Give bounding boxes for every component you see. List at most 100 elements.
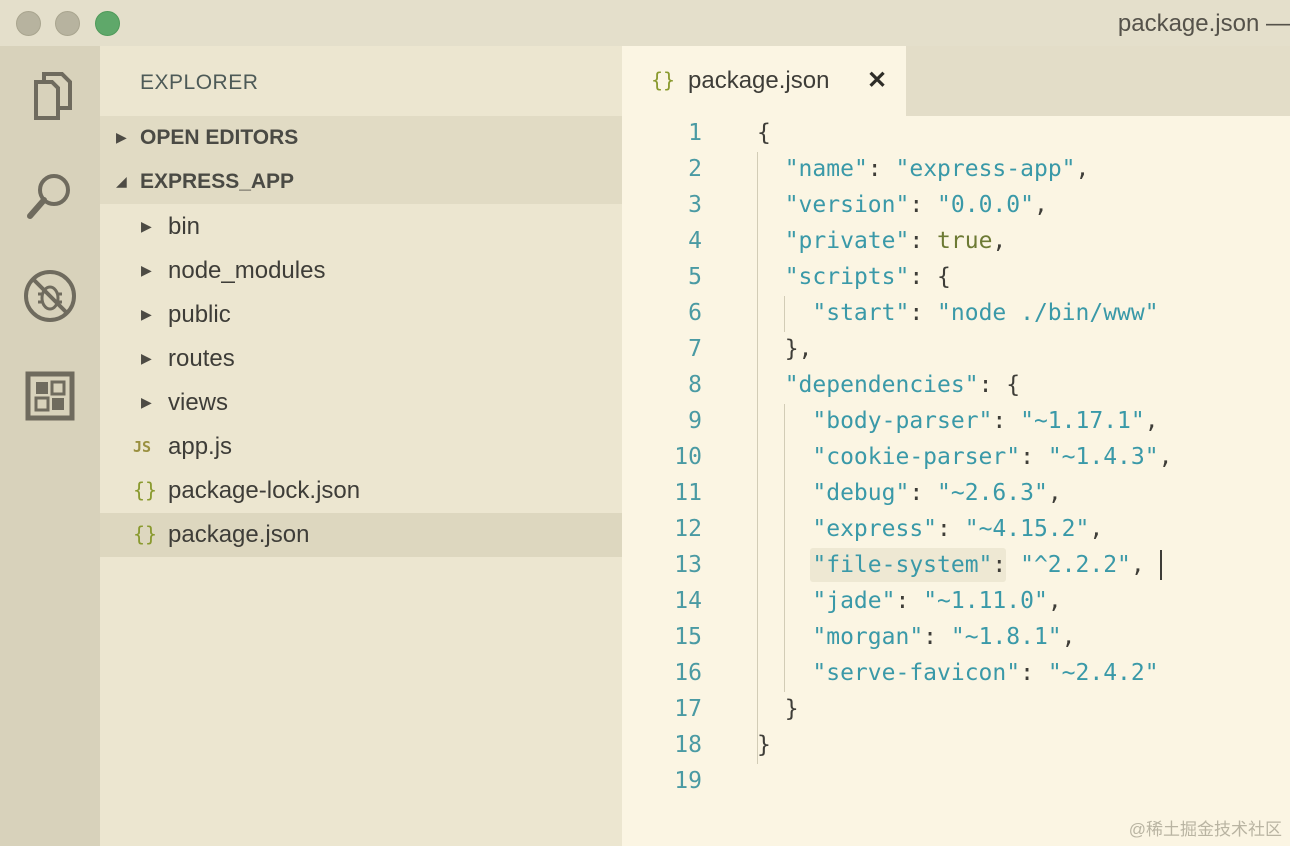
code-editor[interactable]: 1{2 "name": "express-app", 3 "version": "… [622,116,1290,846]
code-line[interactable]: 1{ [622,116,1290,152]
text-cursor [1160,550,1162,580]
code-line[interactable]: 14 "jade": "~1.11.0", [622,584,1290,620]
code-line[interactable]: 17 } [622,692,1290,728]
maximize-window-button[interactable] [95,11,120,36]
code-text: "dependencies": { [784,372,1021,398]
code-text: "jade": "~1.11.0", [812,588,1062,614]
code-line[interactable]: 7 }, [622,332,1290,368]
tree-item-package-lock-json[interactable]: {} package-lock.json [100,469,622,513]
tree-item-label: package-lock.json [168,477,361,504]
line-number: 8 [688,372,702,398]
code-text: "express": "~4.15.2", [812,516,1104,542]
code-line[interactable]: 3 "version": "0.0.0", [622,188,1290,224]
code-text: "name": "express-app", [784,156,1090,182]
code-text: } [757,696,799,722]
close-tab-icon[interactable]: ✕ [867,66,887,95]
code-line[interactable]: 5 "scripts": { [622,260,1290,296]
chevron-right-icon: ▶ [116,129,127,145]
code-text: }, [757,336,813,362]
line-number: 12 [674,516,702,542]
tree-item-label: app.js [168,433,233,460]
code-text: "body-parser": "~1.17.1", [812,408,1159,434]
code-line[interactable]: 13 "file-system": "^2.2.2", [622,548,1290,584]
code-line[interactable]: 2 "name": "express-app", [622,152,1290,188]
section-label: EXPRESS_APP [140,170,295,193]
line-number: 16 [674,660,702,686]
code-text: "cookie-parser": "~1.4.3", [812,444,1173,470]
section-open-editors[interactable]: ▶ OPEN EDITORS [100,116,622,160]
editor-tab-bar: {} package.json ✕ [622,46,1290,116]
line-number: 17 [674,696,702,722]
tab-label: package.json [688,67,830,94]
line-number: 4 [688,228,702,254]
code-line[interactable]: 18} [622,728,1290,764]
close-window-button[interactable] [16,11,41,36]
chevron-right-icon: ▶ [141,350,152,366]
tree-item-label: node_modules [168,257,326,284]
code-text: "start": "node ./bin/www" [812,300,1159,326]
watermark: @稀土掘金技术社区 [1128,820,1282,839]
extensions-icon[interactable] [22,368,78,424]
tab-package-json[interactable]: {} package.json ✕ [622,46,906,116]
line-number: 19 [674,768,702,794]
search-icon[interactable] [22,168,78,224]
tree-item-label: package.json [168,521,310,548]
tree-item-routes[interactable]: ▶ routes [100,337,622,381]
explorer-title: EXPLORER [140,71,259,94]
code-text: "debug": "~2.6.3", [812,480,1062,506]
code-line[interactable]: 16 "serve-favicon": "~2.4.2" [622,656,1290,692]
code-line[interactable]: 9 "body-parser": "~1.17.1", [622,404,1290,440]
section-express-app[interactable]: ◢ EXPRESS_APP [100,160,622,204]
tree-item-bin[interactable]: ▶ bin [100,205,622,249]
chevron-right-icon: ▶ [141,262,152,278]
code-text: { [757,120,771,146]
section-label: OPEN EDITORS [140,126,299,149]
line-number: 5 [688,264,702,290]
tree-item-label: views [168,389,229,416]
code-line[interactable]: 12 "express": "~4.15.2", [622,512,1290,548]
json-file-icon: {} [651,68,676,92]
code-line[interactable]: 10 "cookie-parser": "~1.4.3", [622,440,1290,476]
tree-item-package-json[interactable]: {} package.json [100,513,622,557]
chevron-right-icon: ▶ [141,218,152,234]
code-text: "serve-favicon": "~2.4.2" [812,660,1159,686]
tree-item-label: bin [168,213,201,240]
line-number: 11 [674,480,702,506]
line-number: 1 [688,120,702,146]
code-line[interactable]: 19 [622,764,1290,800]
tree-item-node-modules[interactable]: ▶ node_modules [100,249,622,293]
chevron-down-icon: ◢ [116,173,127,189]
code-text: "version": "0.0.0", [784,192,1048,218]
json-file-icon: {} [133,478,158,502]
code-line[interactable]: 4 "private": true, [622,224,1290,260]
code-line[interactable]: 6 "start": "node ./bin/www" [622,296,1290,332]
code-line[interactable]: 8 "dependencies": { [622,368,1290,404]
tree-item-label: routes [168,345,235,372]
line-number: 9 [688,408,702,434]
window-title: package.json — [1117,10,1290,37]
tree-item-label: public [168,301,231,328]
tree-item-views[interactable]: ▶ views [100,381,622,425]
tree-item-app-js[interactable]: JS app.js [100,425,622,469]
chevron-right-icon: ▶ [141,394,152,410]
explorer-icon[interactable] [22,68,78,124]
minimize-window-button[interactable] [55,11,80,36]
line-number: 2 [688,156,702,182]
code-text: "private": true, [784,228,1007,254]
code-text: "scripts": { [784,264,951,290]
line-number: 7 [688,336,702,362]
line-number: 6 [688,300,702,326]
chevron-right-icon: ▶ [141,306,152,322]
json-file-icon: {} [133,522,158,546]
code-text: "morgan": "~1.8.1", [812,624,1076,650]
line-number: 13 [674,552,702,578]
code-line[interactable]: 15 "morgan": "~1.8.1", [622,620,1290,656]
line-number: 10 [674,444,702,470]
tree-item-public[interactable]: ▶ public [100,293,622,337]
debug-icon[interactable] [22,268,78,324]
code-text: } [757,732,771,758]
code-line[interactable]: 11 "debug": "~2.6.3", [622,476,1290,512]
line-number: 15 [674,624,702,650]
code-text: "file-system": "^2.2.2", [812,552,1145,578]
title-bar: package.json — [0,0,1290,46]
